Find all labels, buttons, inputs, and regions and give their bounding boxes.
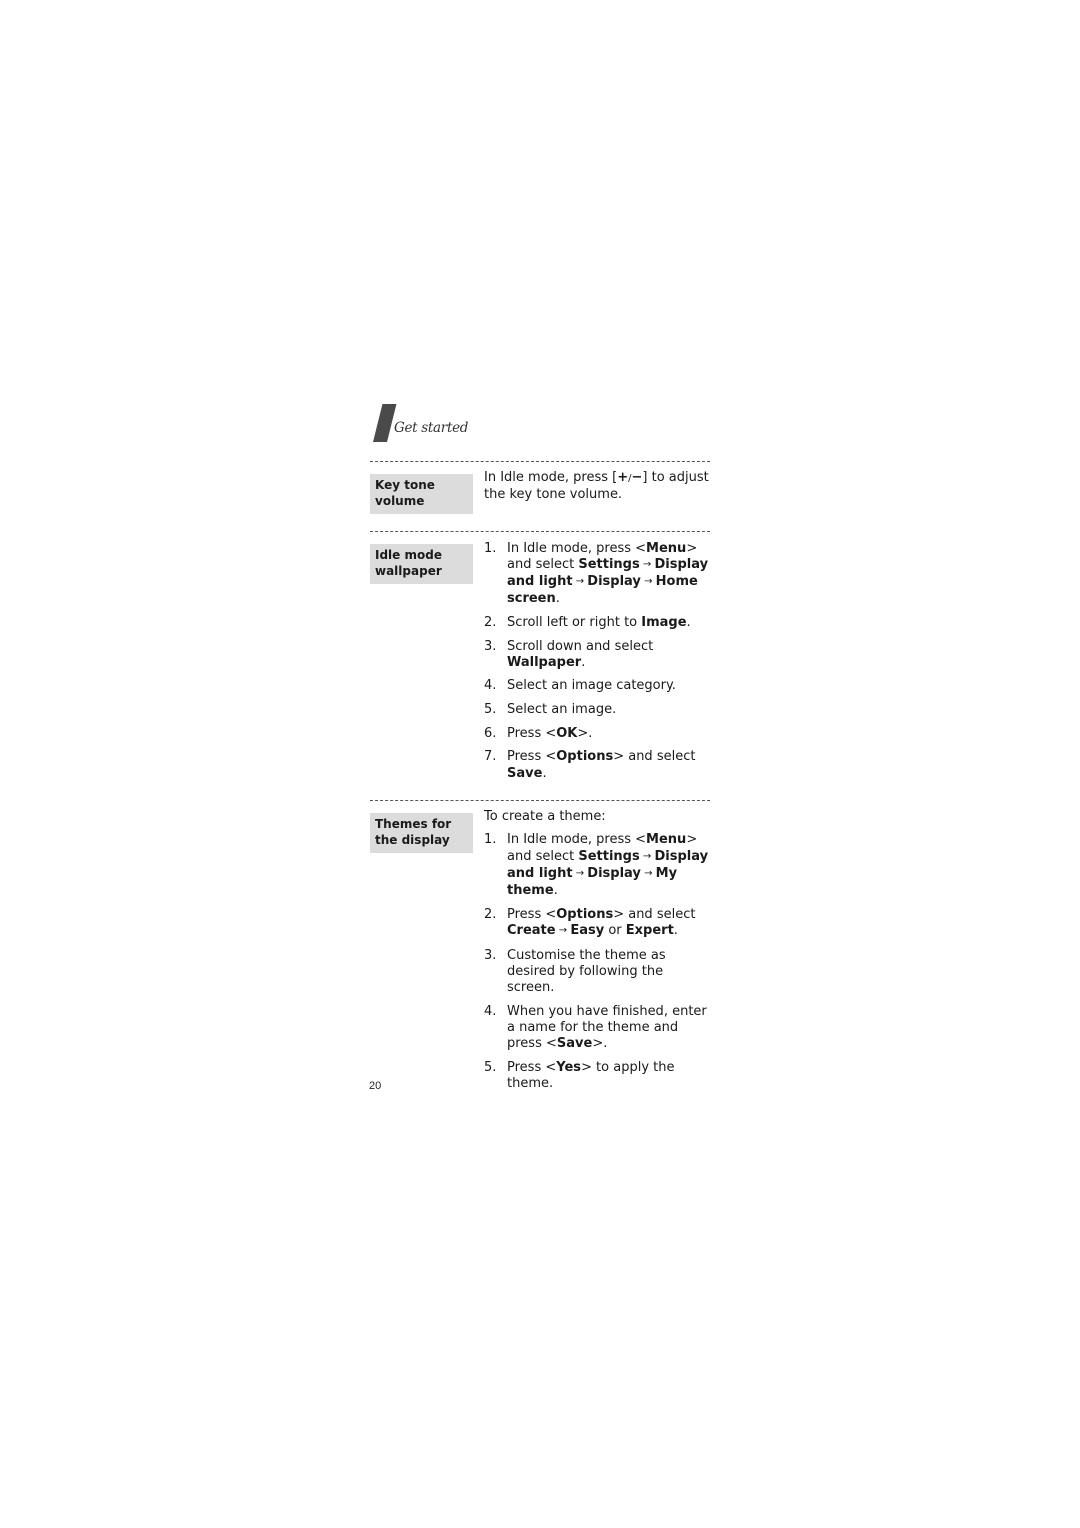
menu-term: Expert	[625, 923, 674, 939]
step-number: 1.	[484, 832, 497, 848]
label-line: Key tone	[375, 478, 435, 492]
label-line: wallpaper	[375, 563, 442, 578]
label-line: the display	[375, 832, 450, 847]
label-line: Idle mode	[375, 548, 442, 562]
arrow-right-icon: →	[572, 576, 588, 588]
section-content-key-tone-volume: In Idle mode, press [+/−] to adjust the …	[484, 470, 714, 511]
minus-key-icon: −	[631, 470, 643, 485]
menu-term: Settings	[578, 556, 640, 572]
menu-term: Menu	[646, 540, 687, 556]
step-text: .	[553, 883, 558, 899]
menu-term: Display	[587, 865, 641, 881]
menu-term: Save	[556, 1036, 593, 1052]
step-item: 1. In Idle mode, press <Menu> and select …	[484, 832, 714, 899]
section-divider	[370, 800, 710, 801]
wallpaper-steps-list: 1. In Idle mode, press <Menu> and select …	[484, 541, 714, 782]
themes-intro: To create a theme:	[484, 809, 606, 824]
step-item: 4. Select an image category.	[484, 678, 714, 694]
arrow-right-icon: →	[572, 867, 588, 879]
step-text: In Idle mode, press <	[507, 540, 647, 556]
step-number: 4.	[484, 678, 497, 694]
step-item: 4. When you have finished, enter a name f…	[484, 1004, 714, 1053]
step-number: 2.	[484, 614, 497, 630]
step-number: 2.	[484, 906, 497, 922]
step-item: 3. Scroll down and select Wallpaper.	[484, 639, 714, 672]
step-item: 6. Press <OK>.	[484, 726, 714, 742]
step-text: .	[686, 614, 691, 630]
label-line: Themes for	[375, 817, 452, 831]
menu-term: Options	[556, 906, 614, 922]
step-text: In Idle mode, press <	[507, 832, 647, 848]
step-text: .	[542, 765, 547, 781]
step-number: 5.	[484, 702, 497, 718]
key-tone-instruction: In Idle mode, press [+/−] to adjust the …	[484, 470, 709, 503]
step-item: 3. Customise the theme as desired by foll…	[484, 948, 714, 997]
section-label-idle-mode-wallpaper: Idle mode wallpaper	[370, 544, 473, 584]
section-content-idle-mode-wallpaper: 1. In Idle mode, press <Menu> and select …	[484, 541, 714, 790]
step-text: Press <	[507, 906, 557, 922]
step-text: or	[604, 923, 626, 939]
section-label-key-tone-volume: Key tone volume	[370, 474, 473, 514]
step-text: Scroll left or right to	[507, 614, 642, 630]
step-text: > and select	[613, 906, 696, 922]
menu-term: Image	[641, 614, 687, 630]
menu-term: Display	[587, 574, 641, 590]
step-text: Press <	[507, 749, 557, 765]
step-number: 3.	[484, 947, 497, 963]
section-title: Get started	[394, 420, 469, 436]
menu-term: OK	[556, 725, 578, 741]
step-text: .	[673, 923, 678, 939]
step-text: Select an image category.	[507, 678, 676, 694]
menu-term: Menu	[646, 832, 687, 848]
arrow-right-icon: →	[640, 576, 656, 588]
step-number: 7.	[484, 749, 497, 765]
step-item: 1. In Idle mode, press <Menu> and select …	[484, 541, 714, 608]
step-text: Scroll down and select	[507, 638, 654, 654]
step-text: Customise the theme as desired by follow…	[507, 947, 666, 996]
arrow-right-icon: →	[639, 558, 655, 570]
menu-term: Settings	[578, 848, 640, 864]
step-number: 4.	[484, 1003, 497, 1019]
menu-term: Save	[507, 765, 543, 781]
step-text: .	[581, 654, 586, 670]
section-divider	[370, 531, 710, 532]
arrow-right-icon: →	[640, 867, 656, 879]
step-item: 5. Select an image.	[484, 702, 714, 718]
step-item: 2. Press <Options> and select Create → Ea…	[484, 907, 714, 941]
step-text: .	[555, 591, 560, 607]
step-text: >.	[592, 1036, 608, 1052]
step-number: 1.	[484, 540, 497, 556]
menu-term: Yes	[556, 1060, 582, 1076]
plus-key-icon: +	[617, 470, 629, 485]
arrow-right-icon: →	[555, 925, 571, 937]
step-text: Press <	[507, 1060, 557, 1076]
menu-term: Wallpaper	[507, 654, 582, 670]
step-text: Select an image.	[507, 702, 617, 718]
step-number: 6.	[484, 725, 497, 741]
step-text: > and select	[613, 749, 696, 765]
theme-steps-list: 1. In Idle mode, press <Menu> and select …	[484, 832, 714, 1092]
step-item: 5. Press <Yes> to apply the theme.	[484, 1060, 714, 1093]
menu-term: Options	[556, 749, 614, 765]
arrow-right-icon: →	[639, 850, 655, 862]
section-divider	[370, 461, 710, 462]
step-number: 5.	[484, 1060, 497, 1076]
section-label-themes-for-display: Themes for the display	[370, 813, 473, 853]
label-line: volume	[375, 493, 425, 508]
step-item: 2. Scroll left or right to Image.	[484, 615, 714, 631]
step-text: Press <	[507, 725, 557, 741]
step-text: >.	[577, 725, 593, 741]
step-number: 3.	[484, 638, 497, 654]
menu-term: Create	[507, 923, 556, 939]
section-content-themes-for-display: To create a theme: 1. In Idle mode, press…	[484, 809, 714, 1100]
page-number: 20	[369, 1080, 382, 1092]
header-bar-decoration	[373, 404, 397, 442]
menu-term: Easy	[570, 923, 605, 939]
step-item: 7. Press <Options> and select Save.	[484, 749, 714, 782]
